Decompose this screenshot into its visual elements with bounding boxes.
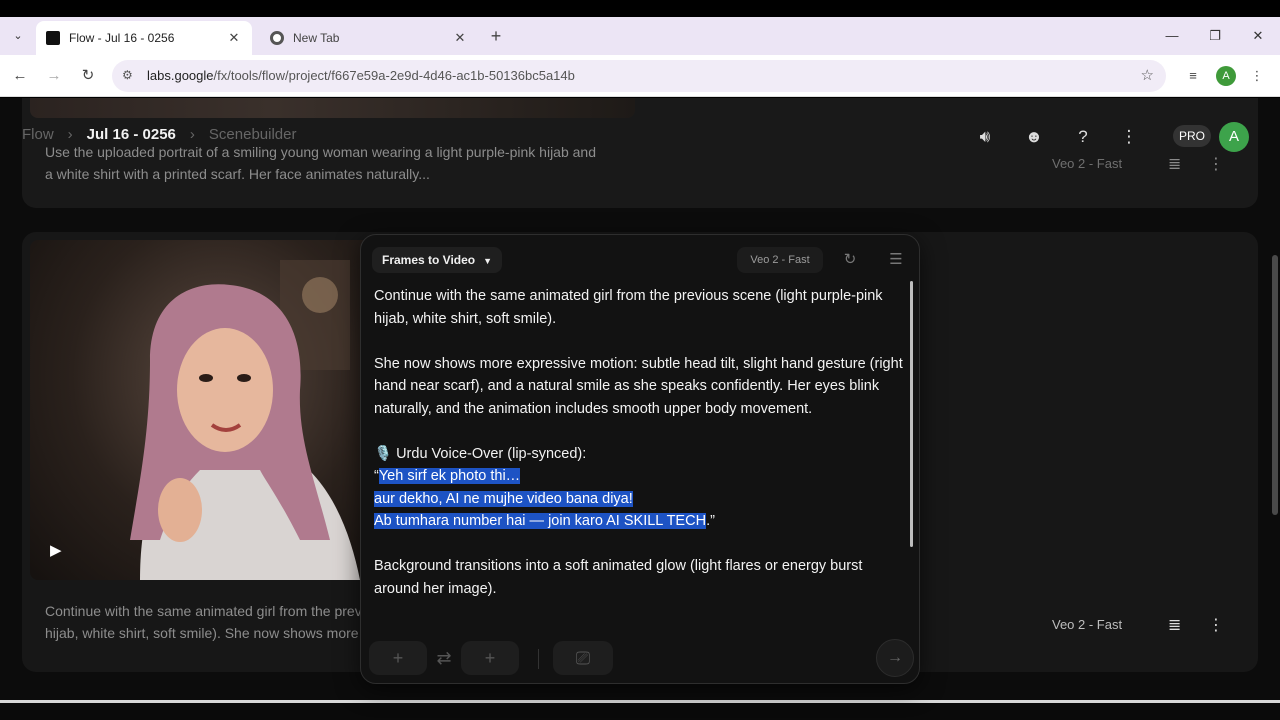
discord-icon[interactable]: ☻	[1021, 124, 1047, 150]
chevron-right-icon: ›	[189, 126, 195, 143]
flow-favicon-icon	[46, 31, 60, 45]
portrait-image	[130, 260, 360, 580]
tab-title: New Tab	[293, 31, 340, 45]
caret-down-icon: ▼	[483, 256, 493, 266]
scene-prompt-preview: Use the uploaded portrait of a smiling y…	[45, 144, 596, 182]
tab-flow[interactable]: Flow - Jul 16 - 0256 ✕	[36, 21, 252, 55]
editor-footer: + ⇄ + ⎚ →	[361, 633, 921, 685]
selected-text: aur dekho, AI ne mujhe video bana diya!	[374, 490, 633, 507]
reload-icon[interactable]: ↻	[76, 64, 100, 88]
mode-dropdown[interactable]: Frames to Video ▼	[372, 247, 503, 273]
media-controls-icon[interactable]: ≡	[1182, 65, 1204, 87]
window-close-icon[interactable]: ✕	[1238, 25, 1278, 47]
tab-title: Flow - Jul 16 - 0256	[69, 31, 175, 45]
prompt-editor-panel: Frames to Video ▼ Veo 2 - Fast ↻ ☰ Contin…	[360, 234, 920, 684]
browser-menu-icon[interactable]: ⋮	[1246, 65, 1268, 87]
bookmark-star-icon[interactable]: ☆	[1141, 66, 1154, 84]
chrome-favicon-icon	[270, 31, 284, 45]
send-arrow-icon[interactable]: →	[876, 639, 914, 677]
reset-icon[interactable]: ↻	[839, 249, 861, 271]
forward-arrow-icon[interactable]: →	[42, 64, 66, 88]
more-vert-icon[interactable]: ⋮	[1208, 154, 1224, 174]
browser-profile-avatar[interactable]: A	[1216, 66, 1236, 86]
pro-badge: PRO	[1173, 125, 1211, 147]
breadcrumb: Flow › Jul 16 - 0256 › Scenebuilder	[22, 126, 296, 143]
play-icon[interactable]: ▶	[50, 543, 66, 559]
add-frame-icon[interactable]: +	[461, 641, 519, 675]
divider	[538, 649, 539, 669]
reorder-icon[interactable]: ≣	[1168, 615, 1181, 635]
selected-text: Yeh sirf ek photo thi…	[378, 468, 521, 484]
more-vert-icon[interactable]: ⋮	[1116, 124, 1142, 150]
url-text[interactable]: labs.google/fx/tools/flow/project/f667e5…	[147, 68, 575, 83]
site-info-icon[interactable]: ⚙	[122, 68, 136, 82]
help-icon[interactable]: ?	[1070, 124, 1096, 150]
volume-icon[interactable]: 🔊︎	[972, 124, 998, 150]
tab-search-chevron-icon[interactable]: ⌄	[8, 26, 28, 46]
scene-model-label: Veo 2 - Fast	[1052, 617, 1123, 632]
selected-text: Ab tumhara number hai — join karo AI SKI…	[374, 513, 707, 529]
swap-frames-icon[interactable]: ⇄	[429, 641, 459, 675]
breadcrumb-scenebuilder[interactable]: Scenebuilder	[209, 126, 297, 143]
breadcrumb-flow[interactable]: Flow	[22, 126, 54, 143]
voice-over-heading: 🎙️ Urdu Voice-Over (lip-synced):	[374, 445, 587, 462]
minimize-icon[interactable]: —	[1152, 25, 1192, 47]
bottom-strip	[0, 700, 1280, 720]
back-arrow-icon[interactable]: ←	[8, 64, 32, 88]
breadcrumb-project[interactable]: Jul 16 - 0256	[87, 126, 176, 143]
tab-close-icon[interactable]: ✕	[452, 30, 468, 46]
scene-card[interactable]: Use the uploaded portrait of a smiling y…	[22, 98, 1258, 208]
user-avatar[interactable]: A	[1219, 122, 1249, 152]
tab-new-tab[interactable]: New Tab ✕	[260, 21, 478, 55]
prompt-scrollbar[interactable]	[910, 281, 913, 547]
model-selector[interactable]: Veo 2 - Fast	[737, 247, 823, 273]
mode-label: Frames to Video	[382, 253, 476, 267]
more-vert-icon[interactable]: ⋮	[1208, 615, 1224, 635]
restore-icon[interactable]: ❐	[1195, 25, 1235, 47]
prompt-paragraph: Continue with the same animated girl fro…	[374, 288, 883, 327]
camera-control-icon[interactable]: ⎚	[553, 641, 613, 675]
add-frame-icon[interactable]: +	[369, 641, 427, 675]
address-bar[interactable]: ⚙ labs.google/fx/tools/flow/project/f667…	[112, 60, 1166, 92]
close-quote: .”	[706, 513, 715, 529]
bottom-divider	[0, 700, 1280, 703]
top-black-strip	[0, 0, 1280, 17]
voice-over-block: 🎙️ Urdu Voice-Over (lip-synced): “Yeh si…	[374, 443, 904, 533]
tab-close-icon[interactable]: ✕	[226, 30, 242, 46]
prompt-textarea[interactable]: Continue with the same animated girl fro…	[374, 285, 904, 625]
browser-tab-bar: ⌄ Flow - Jul 16 - 0256 ✕ New Tab ✕ + — ❐…	[0, 17, 1280, 55]
scene-thumbnail[interactable]	[30, 98, 635, 118]
reorder-icon[interactable]: ≣	[1168, 154, 1181, 174]
page-scrollbar[interactable]	[1272, 255, 1278, 515]
video-thumbnail[interactable]: ▶	[30, 240, 375, 580]
new-tab-plus-icon[interactable]: +	[486, 25, 506, 47]
prompt-paragraph: Background transitions into a soft anima…	[374, 558, 863, 597]
browser-toolbar: ← → ↻ ⚙ labs.google/fx/tools/flow/projec…	[0, 55, 1280, 97]
prompt-paragraph: She now shows more expressive motion: su…	[374, 355, 903, 417]
scene-model-label: Veo 2 - Fast	[1052, 156, 1123, 171]
settings-sliders-icon[interactable]: ☰	[885, 249, 907, 271]
chevron-right-icon: ›	[67, 126, 73, 143]
